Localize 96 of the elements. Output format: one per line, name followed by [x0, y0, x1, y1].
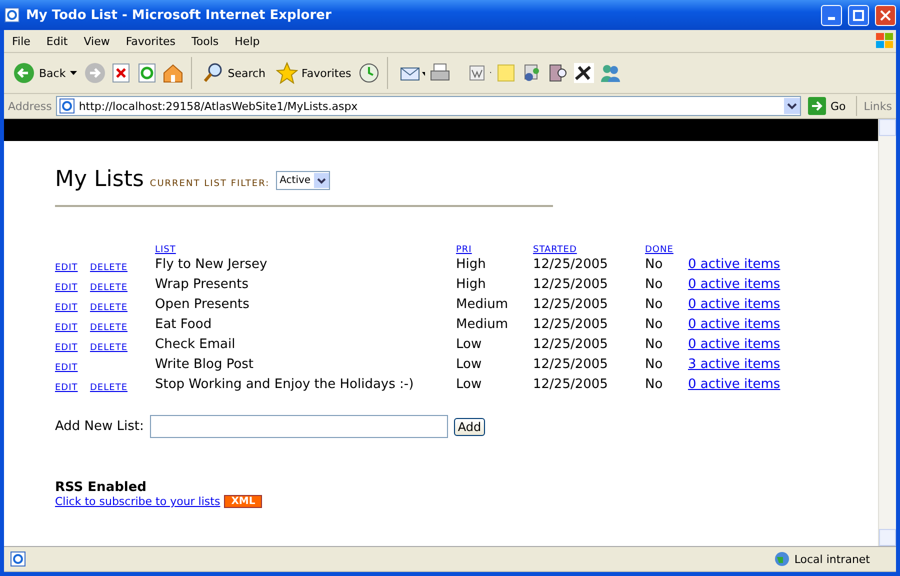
started-date: 12/25/2005 [533, 316, 609, 334]
started-date: 12/25/2005 [533, 336, 609, 354]
menu-item[interactable]: Tools [184, 34, 227, 48]
close-button[interactable] [875, 4, 896, 26]
list-name: Fly to New Jersey [155, 256, 268, 274]
edit-link[interactable]: EDIT [55, 303, 90, 313]
subscribe-link[interactable]: Click to subscribe to your lists [55, 495, 220, 508]
done-cell-text: No [645, 376, 664, 394]
column-header-link[interactable]: STARTED [533, 245, 645, 255]
column-header-link[interactable]: DONE [645, 245, 688, 255]
priority-cell-text: Medium [456, 316, 509, 334]
list-name: Check Email [155, 336, 236, 354]
column-header-link[interactable]: PRI [456, 245, 533, 255]
done-cell-text: No [645, 296, 664, 314]
back-button[interactable]: Back [10, 60, 80, 86]
list-name: Open Presents [155, 296, 250, 314]
star-icon [276, 62, 298, 84]
active-items-link[interactable]: 0 active items [688, 335, 878, 355]
dropdown-icon[interactable] [784, 98, 800, 114]
active-items-link[interactable]: 0 active items [688, 275, 878, 295]
home-icon[interactable] [162, 62, 184, 84]
delete-link[interactable]: DELETE [90, 283, 155, 293]
filter-select[interactable]: Active [276, 171, 330, 190]
filter-label: CURRENT LIST FILTER: [150, 179, 270, 189]
edit-link[interactable]: EDIT [55, 323, 90, 333]
minimize-button[interactable] [821, 4, 842, 26]
active-items-link[interactable]: 0 active items [688, 375, 878, 395]
priority-cell-text: Low [456, 336, 483, 354]
priority-cell-text: Medium [456, 296, 509, 314]
list-name: Eat Food [155, 316, 213, 334]
delete-link[interactable]: DELETE [90, 303, 155, 313]
globe-icon [774, 551, 790, 567]
page-icon [10, 551, 26, 567]
list-name: Wrap Presents [155, 276, 250, 294]
maximize-button[interactable] [848, 4, 869, 26]
stop-icon[interactable] [110, 62, 132, 84]
active-items-link[interactable]: 0 active items [688, 295, 878, 315]
search-icon [202, 62, 224, 84]
window-title: My Todo List - Microsoft Internet Explorer [26, 8, 332, 22]
page-heading: My Lists [55, 167, 144, 193]
list-name: Stop Working and Enjoy the Holidays :-) [155, 376, 415, 394]
menu-item[interactable]: View [76, 34, 118, 48]
priority-cell-text: Low [456, 356, 483, 374]
zone-label: Local intranet [794, 552, 870, 566]
links-button[interactable]: Links [864, 100, 892, 112]
menu-item[interactable]: Help [226, 34, 268, 48]
close-icon [880, 10, 891, 20]
done-cell-text: No [645, 316, 664, 334]
favorites-button[interactable]: Favorites [272, 60, 354, 86]
done-cell-text: No [645, 276, 664, 294]
address-label: Address [8, 100, 52, 112]
delete-link[interactable]: DELETE [90, 323, 155, 333]
maximize-icon [853, 10, 864, 20]
go-button[interactable]: Go [805, 95, 849, 117]
edit-link[interactable]: EDIT [55, 343, 90, 353]
add-button[interactable]: Add [454, 418, 486, 436]
caret-icon [70, 71, 77, 75]
done-cell-text: No [645, 256, 664, 274]
add-list-label: Add New List: [55, 418, 144, 436]
started-date: 12/25/2005 [533, 256, 609, 274]
active-items-link[interactable]: 3 active items [688, 355, 878, 375]
priority-cell-text: High [456, 276, 487, 294]
menu-item[interactable]: Favorites [118, 34, 184, 48]
started-date: 12/25/2005 [533, 356, 609, 374]
dropdown-icon [314, 173, 329, 188]
edit-link[interactable]: EDIT [55, 383, 90, 393]
done-cell-text: No [645, 356, 664, 374]
priority-cell-text: High [456, 256, 487, 274]
started-date: 12/25/2005 [533, 296, 609, 314]
active-items-link[interactable]: 0 active items [688, 255, 878, 275]
menu-item[interactable]: File [4, 34, 38, 48]
rss-heading: RSS Enabled [55, 480, 148, 495]
search-button[interactable]: Search [198, 60, 269, 86]
edit-link[interactable]: EDIT [55, 283, 90, 293]
delete-link[interactable]: DELETE [90, 343, 155, 353]
scrollbar[interactable] [878, 119, 896, 546]
column-header-link[interactable]: LIST [155, 245, 456, 255]
address-field[interactable]: http://localhost:29158/AtlasWebSite1/MyLists.aspx [56, 96, 802, 116]
refresh-icon[interactable] [136, 62, 158, 84]
new-list-field[interactable] [150, 415, 448, 438]
page-icon [58, 98, 75, 114]
delete-link[interactable]: DELETE [90, 263, 155, 273]
minimize-icon [828, 16, 835, 20]
windows-logo-icon [874, 31, 896, 51]
menu-item[interactable]: Edit [38, 34, 76, 48]
done-cell-text: No [645, 336, 664, 354]
active-items-link[interactable]: 0 active items [688, 315, 878, 335]
edit-link[interactable]: EDIT [55, 263, 90, 273]
started-date: 12/25/2005 [533, 376, 609, 394]
browser-icon [4, 7, 20, 23]
started-date: 12/25/2005 [533, 276, 609, 294]
list-name: Write Blog Post [155, 356, 255, 374]
priority-cell-text: Low [456, 376, 483, 394]
delete-link[interactable]: DELETE [90, 383, 155, 393]
edit-link[interactable]: EDIT [55, 363, 90, 373]
history-icon[interactable] [358, 62, 380, 84]
